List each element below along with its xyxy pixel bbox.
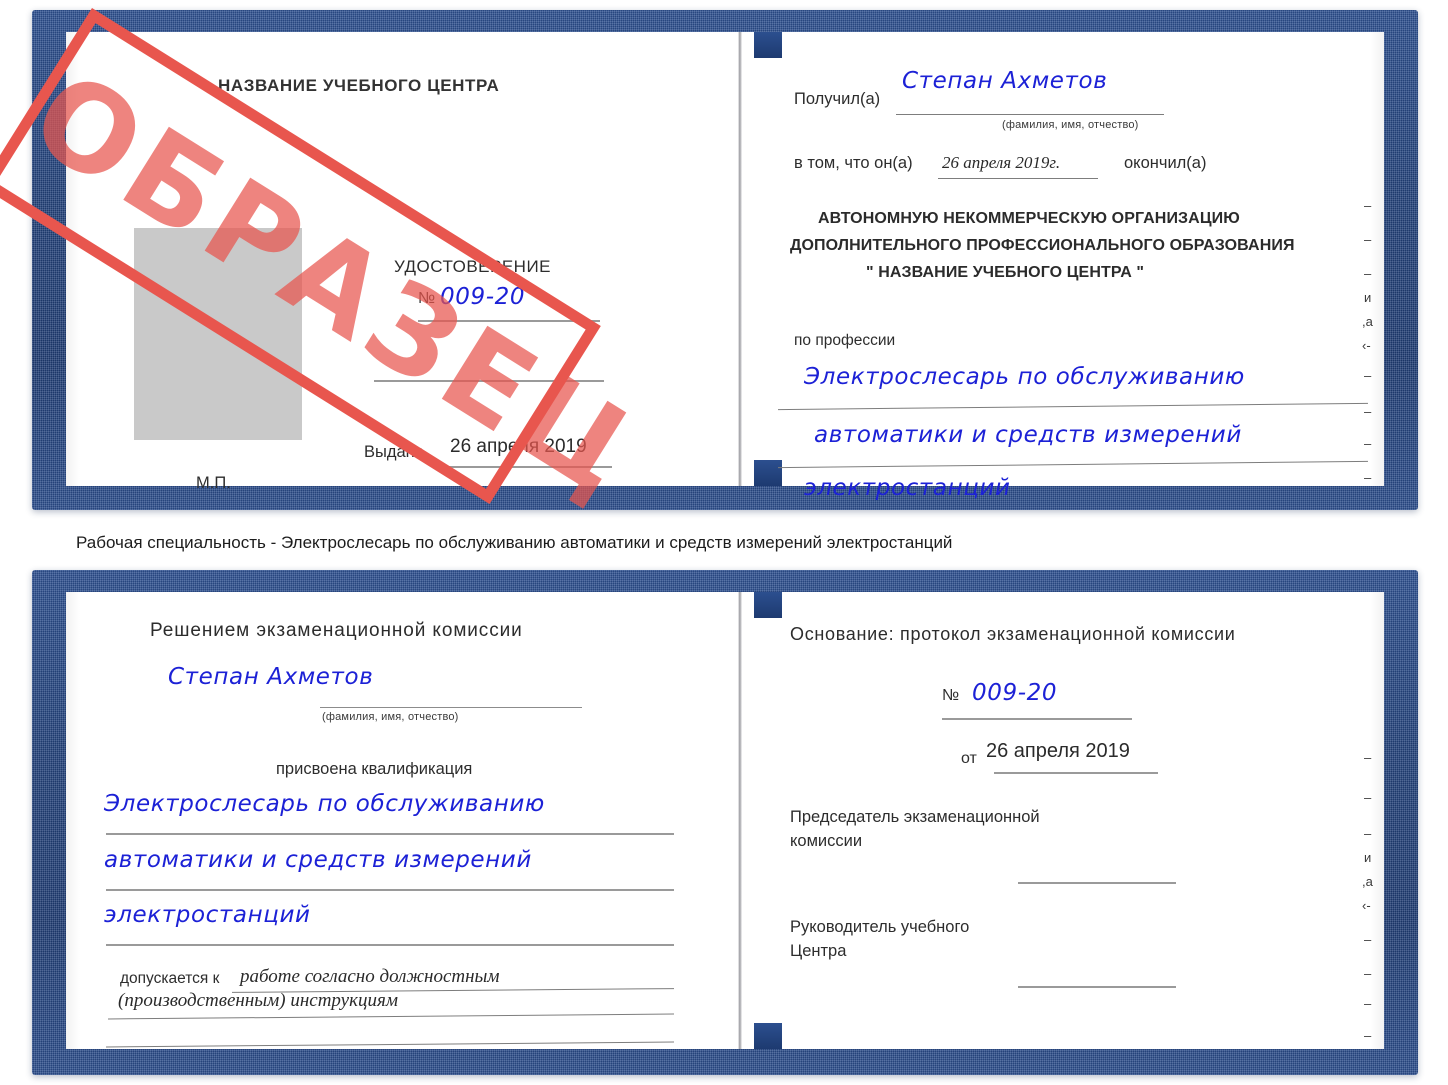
- edge-fragment-b10: –: [1364, 1028, 1372, 1043]
- decision-name-value: Степан Ахметов: [168, 664, 374, 690]
- top-right-page: Получил(а) Степан Ахметов (фамилия, имя,…: [756, 32, 1384, 501]
- top-left-page: НАЗВАНИЕ УЧЕБНОГО ЦЕНТРА УДОСТОВЕРЕНИЕ №…: [66, 32, 738, 492]
- certificate-book-top: НАЗВАНИЕ УЧЕБНОГО ЦЕНТРА УДОСТОВЕРЕНИЕ №…: [32, 10, 1418, 510]
- basis-label: Основание: протокол экзаменационной коми…: [790, 624, 1236, 644]
- edge-fragment-b5: ,а: [1362, 874, 1373, 889]
- qualification-rule-3: [106, 944, 674, 946]
- organization-line-3: " НАЗВАНИЕ УЧЕБНОГО ЦЕНТРА ": [866, 264, 1145, 281]
- profession-line-3: электростанций: [804, 475, 1011, 501]
- edge-fragment-b4: и: [1364, 850, 1372, 865]
- received-name-value: Степан Ахметов: [902, 68, 1108, 94]
- edge-fragment-9: –: [1364, 436, 1372, 451]
- issued-date-value: 26 апреля 2019: [450, 436, 587, 457]
- profession-rule-2: [778, 460, 1368, 469]
- edge-fragment-b2: –: [1364, 790, 1372, 805]
- edge-fragment-b8: –: [1364, 966, 1372, 981]
- head-line-2: Центра: [790, 942, 847, 960]
- allowed-label: допускается к: [120, 970, 220, 987]
- allowed-rule-3: [106, 1041, 674, 1048]
- edge-fragment-8: –: [1364, 404, 1372, 419]
- qualification-line-3: электростанций: [104, 902, 311, 928]
- certificate-number-value: 009-20: [440, 284, 526, 310]
- profession-line-1: Электрослесарь по обслуживанию: [804, 364, 1245, 390]
- edge-fragment-4: и: [1364, 290, 1372, 305]
- received-name-hint: (фамилия, имя, отчество): [1002, 119, 1139, 131]
- issued-label: Выдано: [364, 443, 424, 461]
- qualification-rule-1: [106, 833, 674, 835]
- certificate-number-rule: [418, 320, 600, 322]
- training-center-name-heading: НАЗВАНИЕ УЧЕБНОГО ЦЕНТРА: [218, 76, 500, 95]
- certificate-bottom-pages: Решением экзаменационной комиссии Степан…: [66, 592, 1384, 1049]
- allowed-value-line-1: работе согласно должностным: [240, 966, 500, 987]
- qualification-line-1: Электрослесарь по обслуживанию: [104, 791, 545, 817]
- qualification-rule-2: [106, 889, 674, 891]
- chairman-signature-rule: [1018, 882, 1176, 884]
- edge-fragment-b6: ‹-: [1362, 898, 1371, 913]
- qualification-line-2: автоматики и средств измерений: [104, 847, 532, 873]
- in-that-date-value: 26 апреля 2019г.: [942, 153, 1061, 172]
- protocol-date-value: 26 апреля 2019: [986, 740, 1130, 762]
- protocol-number-rule: [942, 718, 1132, 720]
- edge-fragment-b9: –: [1364, 996, 1372, 1011]
- edge-fragment-b3: –: [1364, 826, 1372, 841]
- seal-label: М.П.: [196, 474, 231, 492]
- bottom-right-page: Основание: протокол экзаменационной коми…: [756, 592, 1384, 1049]
- protocol-number-value: 009-20: [972, 680, 1058, 706]
- decision-name-hint: (фамилия, имя, отчество): [322, 711, 459, 723]
- edge-fragment-b1: –: [1364, 750, 1372, 765]
- edge-fragment-5: ,а: [1362, 314, 1373, 329]
- chairman-line-1: Председатель экзаменационной: [790, 808, 1040, 826]
- certificate-book-bottom: Решением экзаменационной комиссии Степан…: [32, 570, 1418, 1075]
- received-label: Получил(а): [794, 90, 881, 108]
- specialty-caption: Рабочая специальность - Электрослесарь п…: [76, 533, 953, 552]
- bottom-left-page: Решением экзаменационной комиссии Степан…: [66, 592, 738, 1049]
- book-spine-top: [738, 32, 742, 486]
- in-that-label: в том, что он(а): [794, 154, 913, 172]
- allowed-rule-1: [232, 988, 674, 993]
- edge-fragment-7: –: [1364, 368, 1372, 383]
- certificate-number-symbol: №: [418, 290, 436, 307]
- protocol-date-rule: [994, 772, 1158, 774]
- received-name-rule: [896, 114, 1164, 115]
- head-signature-rule: [1018, 986, 1176, 988]
- issued-date-rule: [448, 466, 612, 468]
- edge-fragment-2: –: [1364, 232, 1372, 247]
- decision-title: Решением экзаменационной комиссии: [150, 620, 523, 641]
- book-spine-bottom: [738, 592, 742, 1049]
- organization-line-2: ДОПОЛНИТЕЛЬНОГО ПРОФЕССИОНАЛЬНОГО ОБРАЗО…: [790, 237, 1295, 254]
- decision-name-rule: [320, 707, 582, 708]
- chairman-line-2: комиссии: [790, 832, 863, 850]
- edge-fragment-10: –: [1364, 470, 1372, 485]
- protocol-date-label: от: [961, 750, 977, 767]
- photo-placeholder: [134, 228, 302, 440]
- profession-line-2: автоматики и средств измерений: [814, 422, 1242, 448]
- edge-fragment-6: ‹-: [1362, 338, 1371, 353]
- organization-line-1: АВТОНОМНУЮ НЕКОММЕРЧЕСКУЮ ОРГАНИЗАЦИЮ: [818, 210, 1240, 227]
- certificate-top-pages: НАЗВАНИЕ УЧЕБНОГО ЦЕНТРА УДОСТОВЕРЕНИЕ №…: [66, 32, 1384, 501]
- profession-rule-1: [778, 402, 1368, 411]
- edge-fragment-3: –: [1364, 266, 1372, 281]
- certificate-title: УДОСТОВЕРЕНИЕ: [394, 257, 552, 276]
- edge-fragment-b7: –: [1364, 932, 1372, 947]
- qualification-label: присвоена квалификация: [276, 760, 473, 778]
- allowed-value-line-2: (производственным) инструкциям: [118, 990, 398, 1011]
- in-that-date-rule: [938, 178, 1098, 179]
- edge-fragment-1: –: [1364, 198, 1372, 213]
- finished-label: окончил(а): [1124, 154, 1207, 172]
- allowed-rule-2: [108, 1013, 674, 1020]
- protocol-number-symbol: №: [942, 687, 960, 704]
- profession-label: по профессии: [794, 332, 896, 349]
- blank-rule-1: [374, 380, 604, 382]
- head-line-1: Руководитель учебного: [790, 918, 970, 936]
